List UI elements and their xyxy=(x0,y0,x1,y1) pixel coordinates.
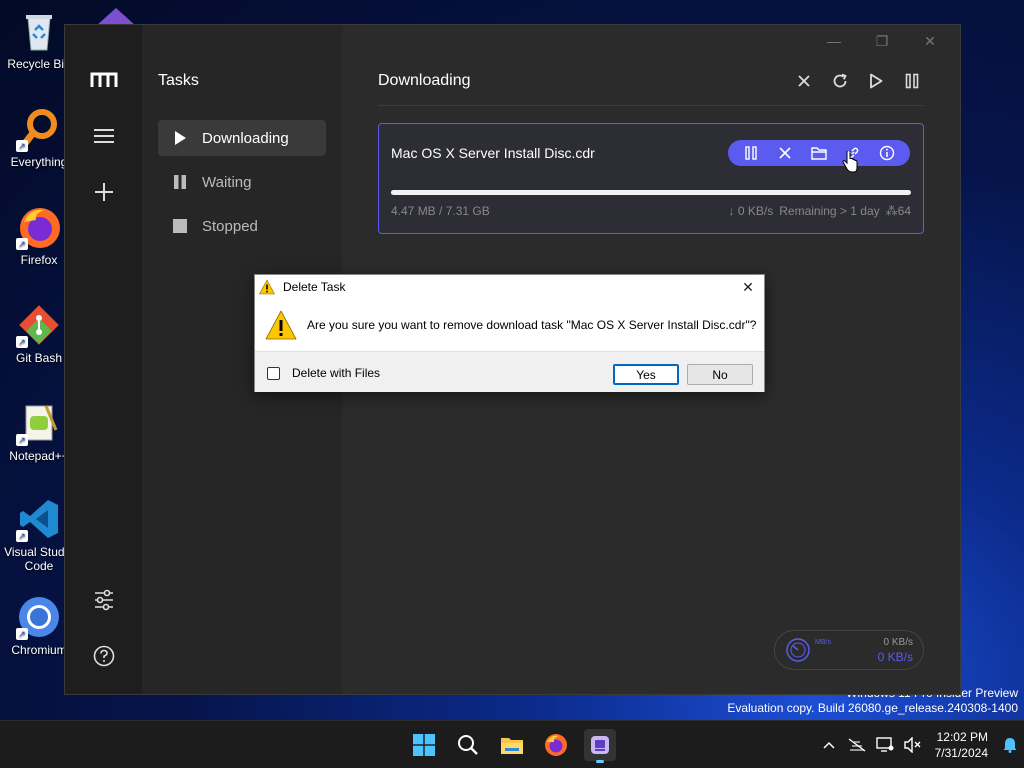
checkbox-label: Delete with Files xyxy=(292,366,381,380)
dialog-body: Are you sure you want to remove download… xyxy=(255,299,764,351)
folder-icon[interactable] xyxy=(809,143,829,163)
file-explorer-icon[interactable] xyxy=(496,729,528,761)
task-progress-fill xyxy=(391,190,392,195)
maximize-button[interactable]: ❐ xyxy=(858,29,906,53)
network-icon[interactable] xyxy=(843,721,871,768)
dialog-footer: Delete with Files Yes No xyxy=(255,351,764,392)
pause-icon xyxy=(172,174,188,190)
notification-bell-icon[interactable] xyxy=(996,721,1024,768)
windows-start-icon[interactable] xyxy=(408,729,440,761)
motrix-app-icon[interactable] xyxy=(584,729,616,763)
speed-unit-label: MB/s xyxy=(815,639,831,646)
minimize-button[interactable]: — xyxy=(810,29,858,53)
shortcut-arrow-icon: ↗ xyxy=(16,628,28,640)
main-toolbar xyxy=(792,69,924,93)
close-icon[interactable] xyxy=(792,69,816,93)
taskbar: 12:02 PM 7/31/2024 xyxy=(0,720,1024,768)
checkbox-box[interactable] xyxy=(267,366,280,380)
volume-mute-icon[interactable] xyxy=(899,721,927,768)
dialog-title: Delete Task xyxy=(283,280,346,294)
task-card[interactable]: Mac OS X Server Install Disc.cdr 4.47 MB… xyxy=(378,123,924,234)
window-controls: — ❐ ✕ xyxy=(810,29,954,53)
visual-studio-icon xyxy=(96,8,136,26)
app-sidebar xyxy=(65,25,142,694)
warning-icon xyxy=(259,279,275,295)
task-speed: ↓ 0 KB/s xyxy=(728,204,774,218)
firefox-icon: ↗ xyxy=(16,204,62,250)
info-icon[interactable] xyxy=(877,143,897,163)
dialog-close-button[interactable]: ✕ xyxy=(732,275,764,299)
firefox-icon[interactable] xyxy=(540,729,572,761)
speed-readout: 0 KB/s 0 KB/s xyxy=(878,636,913,664)
everything-icon: ↗ xyxy=(16,106,62,152)
no-button[interactable]: No xyxy=(687,364,753,385)
download-speed: 0 KB/s xyxy=(877,650,913,664)
shortcut-arrow-icon: ↗ xyxy=(16,336,28,348)
play-icon[interactable] xyxy=(864,69,888,93)
recycle-bin-icon xyxy=(16,8,62,54)
task-connections-count: 64 xyxy=(897,204,911,218)
task-filter-label: Stopped xyxy=(202,217,258,235)
warning-icon xyxy=(265,310,297,340)
chromium-icon: ↗ xyxy=(16,594,62,640)
refresh-icon[interactable] xyxy=(828,69,852,93)
notepad-plus-plus-icon: ↗ xyxy=(16,400,62,446)
clock-time: 12:02 PM xyxy=(936,730,988,744)
taskbar-clock[interactable]: 12:02 PM 7/31/2024 xyxy=(927,729,996,761)
play-icon xyxy=(172,130,188,146)
plus-icon[interactable] xyxy=(89,177,119,207)
shortcut-arrow-icon: ↗ xyxy=(16,238,28,250)
delete-task-dialog: Delete Task ✕ Are you sure you want to r… xyxy=(254,274,765,392)
task-action-bar xyxy=(728,140,910,166)
shortcut-arrow-icon: ↗ xyxy=(16,434,28,446)
task-stats: ↓ 0 KB/s Remaining > 1 day ⁂64 xyxy=(729,204,911,218)
help-icon[interactable] xyxy=(89,641,119,671)
connections-icon: ⁂ xyxy=(885,204,898,218)
task-name: Mac OS X Server Install Disc.cdr xyxy=(391,145,595,161)
dialog-message: Are you sure you want to remove download… xyxy=(307,318,757,332)
watermark-line2: Evaluation copy. Build 26080.ge_release.… xyxy=(727,701,1018,715)
task-size: 4.47 MB / 7.31 GB xyxy=(391,204,490,218)
system-tray: 12:02 PM 7/31/2024 xyxy=(815,721,1024,768)
yes-button[interactable]: Yes xyxy=(613,364,679,385)
task-connections: ⁂64 xyxy=(886,204,911,218)
menu-icon[interactable] xyxy=(89,121,119,151)
display-icon[interactable] xyxy=(871,721,899,768)
speed-widget[interactable]: MB/s 0 KB/s 0 KB/s xyxy=(774,630,924,670)
delete-with-files-checkbox[interactable]: Delete with Files xyxy=(267,366,380,380)
task-progress-bar xyxy=(391,190,911,195)
chevron-up-icon[interactable] xyxy=(815,721,843,768)
pause-icon[interactable] xyxy=(900,69,924,93)
task-filter-waiting[interactable]: Waiting xyxy=(158,164,326,200)
mouse-cursor xyxy=(842,149,858,178)
search-icon[interactable] xyxy=(452,729,484,761)
pause-icon[interactable] xyxy=(741,143,761,163)
speedometer-icon xyxy=(786,638,810,662)
delete-icon[interactable] xyxy=(775,143,795,163)
vscode-icon: ↗ xyxy=(16,496,62,542)
task-filter-label: Downloading xyxy=(202,129,289,147)
close-window-button[interactable]: ✕ xyxy=(906,29,954,53)
tasks-panel-title: Tasks xyxy=(158,72,199,89)
page-title: Downloading xyxy=(378,72,471,89)
task-filter-stopped[interactable]: Stopped xyxy=(158,208,326,244)
task-filter-downloading[interactable]: Downloading xyxy=(158,120,326,156)
upload-speed: 0 KB/s xyxy=(883,637,913,648)
git-bash-icon: ↗ xyxy=(16,302,62,348)
motrix-logo-icon[interactable] xyxy=(89,65,119,95)
clock-date: 7/31/2024 xyxy=(934,746,988,760)
settings-sliders-icon[interactable] xyxy=(89,585,119,615)
stop-icon xyxy=(172,218,188,234)
shortcut-arrow-icon: ↗ xyxy=(16,530,28,542)
task-filter-label: Waiting xyxy=(202,173,252,191)
divider xyxy=(378,105,924,106)
desktop-icon-partial[interactable] xyxy=(92,6,140,26)
dialog-titlebar: Delete Task xyxy=(255,275,764,299)
shortcut-arrow-icon: ↗ xyxy=(16,140,28,152)
task-remaining: Remaining > 1 day xyxy=(779,204,880,218)
